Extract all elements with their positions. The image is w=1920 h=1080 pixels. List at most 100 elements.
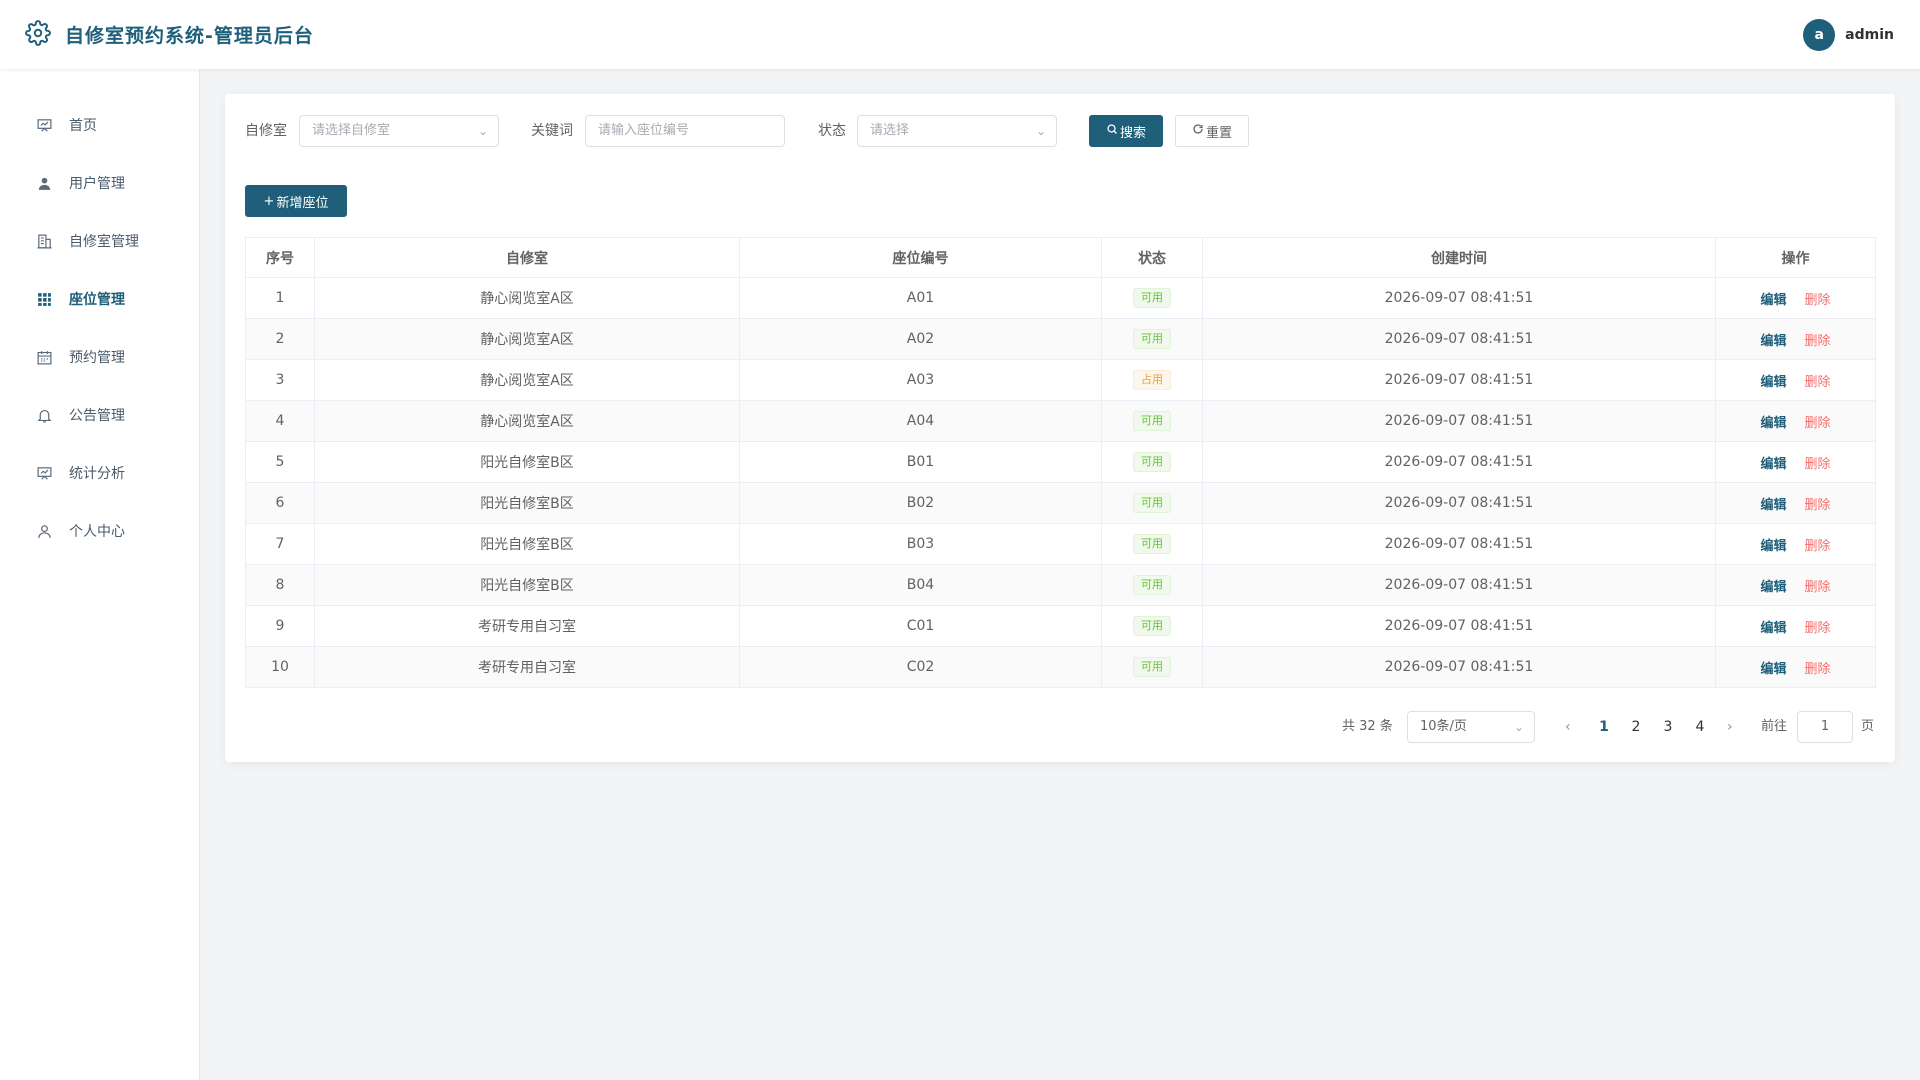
sidebar-item-label: 个人中心	[69, 524, 125, 540]
search-button-label: 搜索	[1119, 125, 1146, 141]
reset-button[interactable]: 重置	[1175, 115, 1249, 147]
delete-button[interactable]: 删除	[1805, 539, 1831, 554]
edit-button[interactable]: 编辑	[1760, 539, 1786, 554]
column-header[interactable]: 操作	[1715, 237, 1876, 278]
row-index: 4	[245, 400, 315, 442]
table-row: 9 考研专用自习室 C01 可用 2026-09-07 08:41:51 编辑 删除	[245, 605, 1876, 647]
keyword-filter-label: 关键词	[531, 123, 573, 139]
sidebar-item-label: 自修室管理	[69, 234, 139, 250]
edit-button[interactable]: 编辑	[1760, 498, 1786, 513]
sidebar-item-label: 统计分析	[69, 466, 125, 482]
row-room: 静心阅览室A区	[314, 359, 740, 401]
edit-button[interactable]: 编辑	[1760, 580, 1786, 595]
sidebar-item-statistics[interactable]: 统计分析	[0, 444, 199, 502]
row-status-cell: 可用	[1101, 441, 1203, 483]
status-badge: 可用	[1133, 657, 1171, 677]
column-header[interactable]: 序号	[245, 237, 315, 278]
sidebar-item-users[interactable]: 用户管理	[0, 154, 199, 212]
row-index: 6	[245, 482, 315, 524]
status-badge: 可用	[1133, 493, 1171, 513]
sidebar: 首页 用户管理 自修室管理 座位管理 预约管理 公告管理 统计分析 个人中心	[0, 69, 200, 1080]
goto-page-input[interactable]: 1	[1797, 711, 1853, 743]
sidebar-item-reservations[interactable]: 预约管理	[0, 328, 199, 386]
edit-button[interactable]: 编辑	[1760, 375, 1786, 390]
page-number[interactable]: 2	[1624, 711, 1648, 743]
row-index: 9	[245, 605, 315, 647]
edit-button[interactable]: 编辑	[1760, 293, 1786, 308]
filter-bar: 自修室 请选择自修室 ⌄ 关键词 请输入座位编号 状态 请选择 ⌄ 搜索 重置	[245, 115, 1865, 147]
status-select[interactable]: 请选择 ⌄	[857, 115, 1057, 147]
row-room: 阳光自修室B区	[314, 523, 740, 565]
user-menu[interactable]: a admin	[1803, 18, 1894, 51]
presentation-chart-icon	[35, 116, 53, 134]
delete-button[interactable]: 删除	[1805, 580, 1831, 595]
sidebar-item-seats[interactable]: 座位管理	[0, 270, 199, 328]
username[interactable]: admin	[1845, 27, 1894, 43]
page-number[interactable]: 4	[1688, 711, 1712, 743]
row-status-cell: 可用	[1101, 646, 1203, 688]
row-index: 7	[245, 523, 315, 565]
delete-button[interactable]: 删除	[1805, 498, 1831, 513]
search-button[interactable]: 搜索	[1089, 115, 1163, 147]
delete-button[interactable]: 删除	[1805, 621, 1831, 636]
row-status-cell: 可用	[1101, 318, 1203, 360]
edit-button[interactable]: 编辑	[1760, 662, 1786, 677]
room-select-placeholder: 请选择自修室	[312, 123, 391, 138]
seats-table: 序号 自修室 座位编号 状态 创建时间 操作 1 静心阅览室A区 A01 可用 2026…	[245, 237, 1876, 688]
delete-button[interactable]: 删除	[1805, 334, 1831, 349]
prev-page-icon[interactable]: ‹	[1565, 711, 1571, 743]
sidebar-item-rooms[interactable]: 自修室管理	[0, 212, 199, 270]
row-room: 阳光自修室B区	[314, 482, 740, 524]
row-actions: 编辑 删除	[1715, 482, 1876, 524]
edit-button[interactable]: 编辑	[1760, 457, 1786, 472]
row-status-cell: 占用	[1101, 359, 1203, 401]
goto-label: 前往	[1761, 719, 1788, 734]
row-status-cell: 可用	[1101, 523, 1203, 565]
chevron-down-icon: ⌄	[477, 124, 488, 138]
column-header[interactable]: 座位编号	[739, 237, 1102, 278]
page-number[interactable]: 3	[1656, 711, 1680, 743]
plus-icon: +	[263, 193, 275, 209]
edit-button[interactable]: 编辑	[1760, 416, 1786, 431]
row-created: 2026-09-07 08:41:51	[1202, 605, 1716, 647]
sidebar-item-label: 座位管理	[69, 292, 125, 308]
add-seat-button[interactable]: + 新增座位	[245, 185, 347, 217]
page-size-select[interactable]: 10条/页 ⌄	[1407, 711, 1535, 743]
edit-button[interactable]: 编辑	[1760, 621, 1786, 636]
row-seat: C02	[739, 646, 1102, 688]
delete-button[interactable]: 删除	[1805, 375, 1831, 390]
table-row: 3 静心阅览室A区 A03 占用 2026-09-07 08:41:51 编辑 删除	[245, 359, 1876, 401]
column-header[interactable]: 自修室	[314, 237, 740, 278]
grid-icon	[35, 290, 53, 308]
user-icon	[35, 174, 53, 192]
edit-button[interactable]: 编辑	[1760, 334, 1786, 349]
page-number[interactable]: 1	[1592, 711, 1616, 743]
keyword-input[interactable]: 请输入座位编号	[585, 115, 785, 147]
column-header[interactable]: 状态	[1101, 237, 1203, 278]
page-size-value: 10条/页	[1420, 719, 1467, 734]
sidebar-item-profile[interactable]: 个人中心	[0, 502, 199, 560]
row-actions: 编辑 删除	[1715, 277, 1876, 319]
chevron-down-icon: ⌄	[1035, 124, 1046, 138]
row-seat: A04	[739, 400, 1102, 442]
row-actions: 编辑 删除	[1715, 646, 1876, 688]
table-row: 8 阳光自修室B区 B04 可用 2026-09-07 08:41:51 编辑 删除	[245, 564, 1876, 606]
row-created: 2026-09-07 08:41:51	[1202, 318, 1716, 360]
brand: 自修室预约系统-管理员后台	[25, 19, 314, 50]
row-actions: 编辑 删除	[1715, 359, 1876, 401]
next-page-icon[interactable]: ›	[1727, 711, 1733, 743]
row-room: 考研专用自习室	[314, 646, 740, 688]
sidebar-item-notices[interactable]: 公告管理	[0, 386, 199, 444]
table-row: 2 静心阅览室A区 A02 可用 2026-09-07 08:41:51 编辑 删除	[245, 318, 1876, 360]
room-select[interactable]: 请选择自修室 ⌄	[299, 115, 499, 147]
sidebar-item-home[interactable]: 首页	[0, 96, 199, 154]
row-seat: B03	[739, 523, 1102, 565]
delete-button[interactable]: 删除	[1805, 662, 1831, 677]
row-room: 阳光自修室B区	[314, 564, 740, 606]
column-header[interactable]: 创建时间	[1202, 237, 1716, 278]
avatar[interactable]: a	[1803, 18, 1836, 51]
goto-suffix: 页	[1861, 719, 1875, 734]
delete-button[interactable]: 删除	[1805, 416, 1831, 431]
delete-button[interactable]: 删除	[1805, 293, 1831, 308]
delete-button[interactable]: 删除	[1805, 457, 1831, 472]
